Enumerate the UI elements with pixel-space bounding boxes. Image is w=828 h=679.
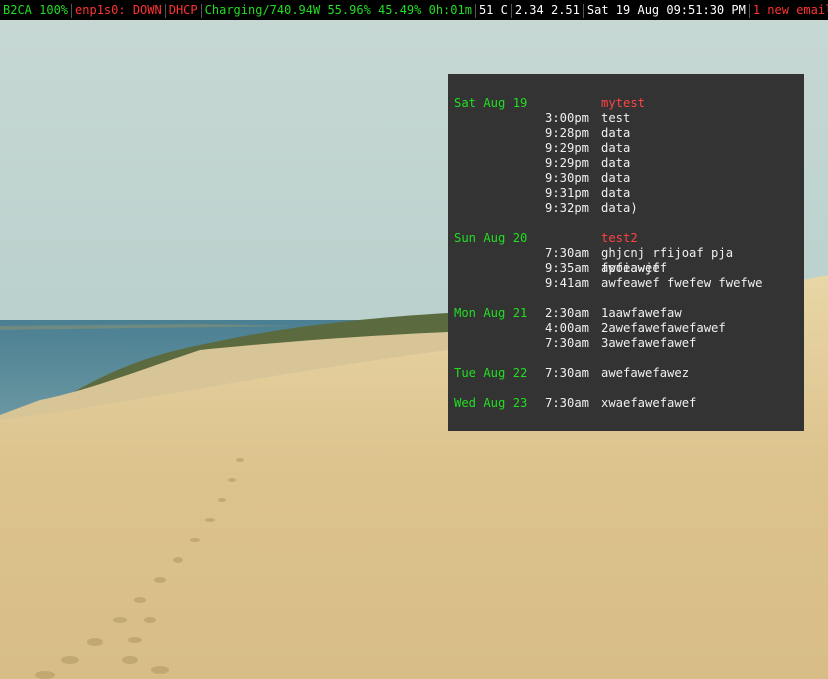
agenda-day-label: Mon Aug 21 (454, 306, 528, 320)
agenda-event-time: 9:28pm (545, 126, 590, 140)
agenda-event-time: 7:30am (545, 336, 590, 350)
agenda-event-time: 9:30pm (545, 171, 590, 185)
agenda-event-description: data (601, 126, 631, 140)
agenda-event-time: 2:30am (545, 306, 590, 320)
agenda-event-description: data (601, 171, 631, 185)
agenda-event-description: awfeawef (601, 261, 660, 275)
status-segment: Charging/740.94W 55.96% 45.49% 0h:01m (204, 3, 472, 17)
status-bar: B2CA 100% enp1s0: DOWN DHCP Charging/740.94… (0, 0, 828, 20)
agenda-event-time: 4:00am (545, 321, 590, 335)
agenda-event-description: data (601, 186, 631, 200)
agenda-event-description: data) (601, 201, 638, 215)
agenda-event-title: mytest (601, 96, 646, 110)
agenda-event-description: test (601, 111, 631, 125)
status-segment: B2CA 100% (3, 3, 69, 17)
agenda-event-time: 7:30am (545, 396, 590, 410)
agenda-event-time: 9:35am (545, 261, 590, 275)
agenda-event-description: 1aawfawefaw (601, 306, 682, 320)
status-segment: DHCP (168, 3, 198, 17)
status-segment: enp1s0: DOWN (75, 3, 162, 17)
agenda-event-title: test2 (601, 231, 638, 245)
status-segment: 2.34 2.51 (514, 3, 580, 17)
agenda-day-label: Sun Aug 20 (454, 231, 528, 245)
agenda-event-time: 7:30am (545, 366, 590, 380)
agenda-event-description: awefawefawez (601, 366, 690, 380)
status-segment: 51 C (478, 3, 508, 17)
agenda-event-time: 3:00pm (545, 111, 590, 125)
agenda-event-time: 7:30am (545, 246, 590, 260)
agenda-event-time: 9:29pm (545, 156, 590, 170)
agenda-day-label: Sat Aug 19 (454, 96, 528, 110)
status-segment: Sat 19 Aug 09:51:30 PM (586, 3, 746, 17)
agenda-day-label: Wed Aug 23 (454, 396, 528, 410)
agenda-day-label: Tue Aug 22 (454, 366, 528, 380)
agenda-event-description: awfeawef fwefew fwefwe (601, 276, 763, 290)
agenda-event-time: 9:29pm (545, 141, 590, 155)
agenda-event-description: data (601, 156, 631, 170)
agenda-event-time: 9:32pm (545, 201, 590, 215)
agenda-event-description: 3awefawefawef (601, 336, 697, 350)
status-segment: 1 new email (752, 3, 828, 17)
agenda-panel: Sat Aug 19 mytest 3:00pm test 9:28pm data 9:29… (448, 74, 804, 431)
agenda-event-time: 9:41am (545, 276, 590, 290)
agenda-event-description: 2awefawefawefawef (601, 321, 726, 335)
agenda-event-time: 9:31pm (545, 186, 590, 200)
agenda-event-description: xwaefawefawef (601, 396, 697, 410)
agenda-event-description: data (601, 141, 631, 155)
